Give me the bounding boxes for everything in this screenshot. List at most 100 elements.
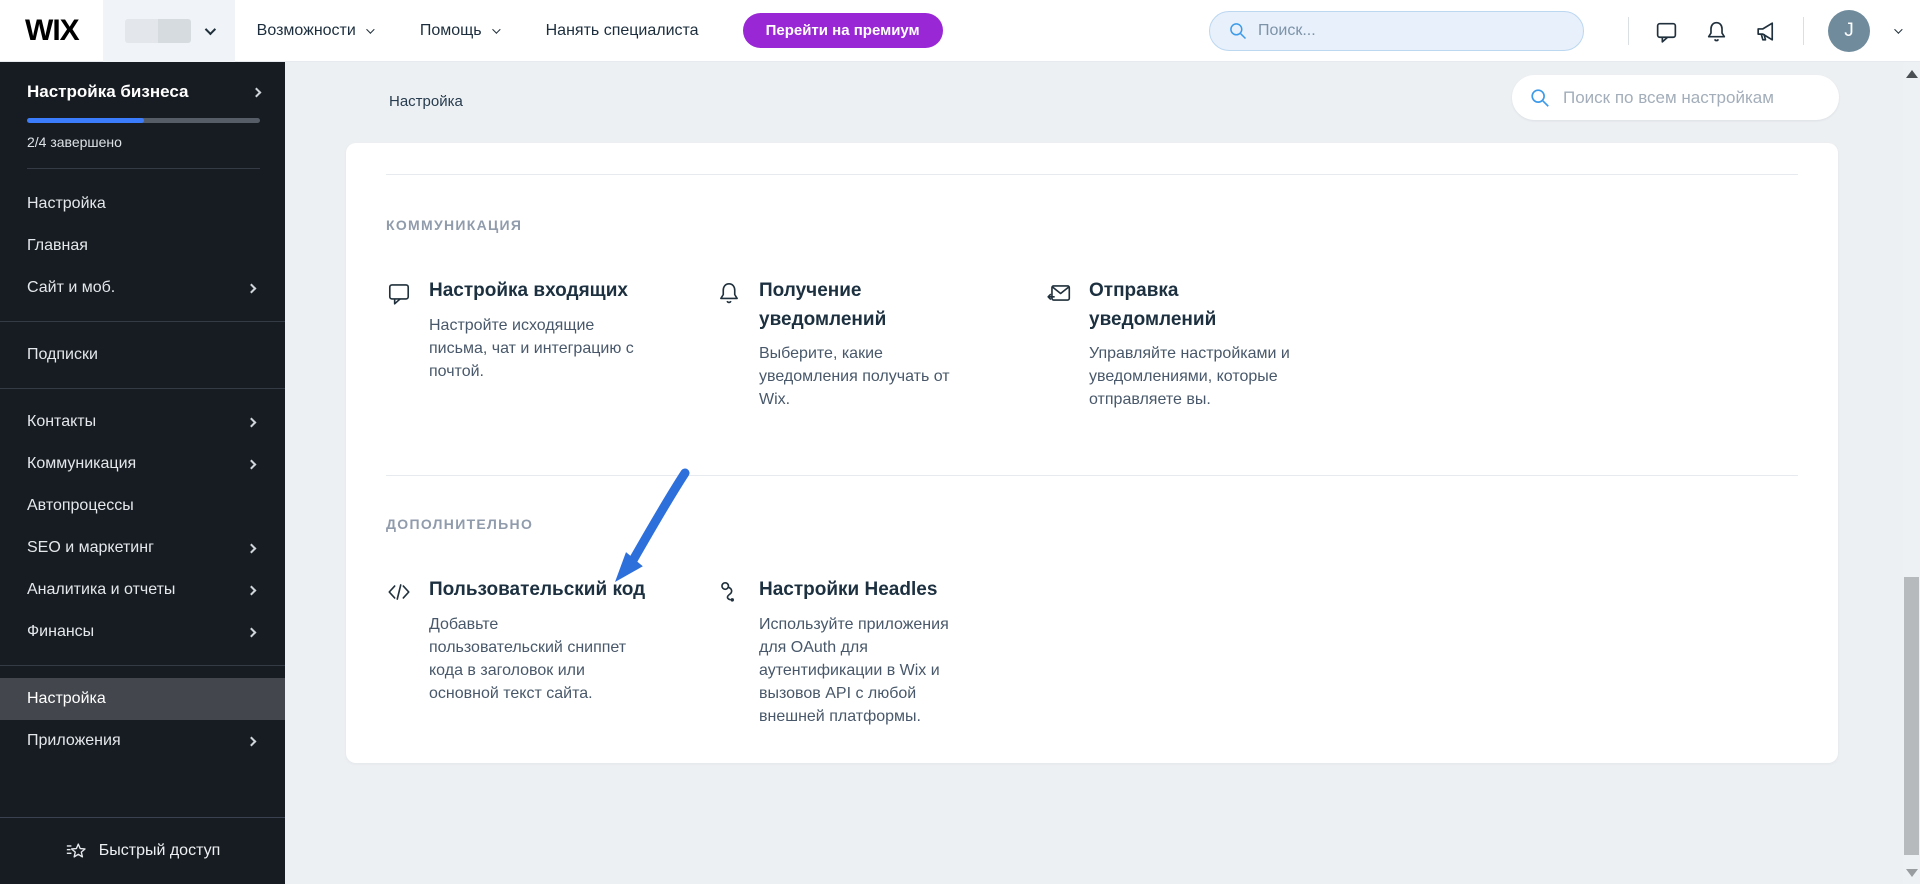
sidebar-item-seo-i-marketing[interactable]: SEO и маркетинг: [0, 527, 285, 569]
setup-progress-label: 2/4 завершено: [27, 134, 122, 150]
divider: [0, 321, 285, 322]
wix-logo[interactable]: WIX: [25, 14, 80, 48]
chevron-right-icon: [246, 585, 257, 595]
nav-hire-professional[interactable]: Нанять специалиста: [546, 22, 699, 40]
setting-item-title: Настройки Headles: [759, 579, 938, 600]
send-email-icon: [1046, 277, 1072, 437]
scroll-up-button[interactable]: [1906, 70, 1918, 78]
sidebar-item-kontakty[interactable]: Контакты: [0, 401, 285, 443]
section-label: КОММУНИКАЦИЯ: [386, 217, 523, 233]
sidebar-item-prilozheniya[interactable]: Приложения: [0, 720, 285, 762]
sidebar-item-label: Автопроцессы: [27, 497, 134, 514]
divider: [0, 388, 285, 389]
sidebar-item-label: SEO и маркетинг: [27, 539, 154, 556]
divider: [0, 665, 285, 666]
quick-access-star-icon: [66, 843, 86, 858]
headless-icon: [716, 576, 742, 728]
sidebar-item-podpiski[interactable]: Подписки: [0, 334, 285, 376]
bell-icon: [716, 277, 742, 437]
setting-item-desc: Настройте исходящие письма, чат и интегр…: [429, 316, 634, 380]
sidebar-menu: Настройка Главная Сайт и моб. Подписки К…: [0, 183, 285, 762]
notifications-bell-icon[interactable]: [1703, 18, 1729, 44]
breadcrumb[interactable]: Настройка: [389, 93, 463, 110]
settings-card: КОММУНИКАЦИЯ Настройка входящих Настройт…: [346, 143, 1838, 763]
divider: [27, 168, 260, 169]
chat-icon[interactable]: [1653, 18, 1679, 44]
sidebar-item-sayt-i-mob[interactable]: Сайт и моб.: [0, 267, 285, 309]
sidebar-item-label: Коммуникация: [27, 455, 137, 472]
chevron-right-icon: [246, 543, 257, 553]
setting-item-desc: Используйте приложения для OAuth для аут…: [759, 615, 949, 726]
setting-item-title: Отправка уведомлений: [1089, 280, 1217, 330]
sidebar-item-label: Контакты: [27, 413, 97, 430]
top-bar: WIX Возможности Помощь Нанять специалист…: [0, 0, 1920, 62]
quick-access-button[interactable]: Быстрый доступ: [0, 817, 285, 884]
global-search: [1209, 11, 1584, 51]
chevron-right-icon: [246, 283, 257, 293]
scrollbar-thumb[interactable]: [1904, 577, 1919, 855]
section-communication: КОММУНИКАЦИЯ Настройка входящих Настройт…: [386, 175, 1798, 476]
site-name-redacted: [124, 18, 191, 43]
setup-progress-fill: [27, 118, 144, 123]
setting-item-inbox[interactable]: Настройка входящих Настройте исходящие п…: [386, 277, 716, 437]
sidebar-item-kommunikatsiya[interactable]: Коммуникация: [0, 443, 285, 485]
sidebar-item-label: Сайт и моб.: [27, 279, 116, 296]
megaphone-icon[interactable]: [1753, 18, 1779, 44]
chevron-down-icon: [204, 23, 216, 35]
business-setup-header: Настройка бизнеса 2/4 завершено: [0, 62, 285, 169]
business-setup-title: Настройка бизнеса: [27, 82, 189, 101]
sidebar: Настройка бизнеса 2/4 завершено Настройк…: [0, 62, 285, 884]
scroll-down-button[interactable]: [1906, 869, 1918, 877]
setting-item-custom-code[interactable]: Пользовательский код Добавьте пользовате…: [386, 576, 716, 728]
chevron-down-icon: [491, 24, 501, 34]
nav-hire-label: Нанять специалиста: [545, 21, 699, 39]
quick-access-label: Быстрый доступ: [98, 842, 221, 859]
nav-help[interactable]: Помощь: [419, 21, 501, 40]
settings-search-input[interactable]: [1563, 87, 1823, 108]
divider: [1803, 17, 1804, 45]
code-icon: [386, 576, 412, 728]
setting-item-title: Получение уведомлений: [759, 280, 887, 330]
business-setup-toggle[interactable]: Настройка бизнеса: [27, 82, 262, 102]
upgrade-premium-button[interactable]: Перейти на премиум: [742, 13, 943, 48]
setting-item-title: Настройка входящих: [429, 280, 628, 301]
sidebar-item-analitika-i-otchety[interactable]: Аналитика и отчеты: [0, 569, 285, 611]
sidebar-item-label: Аналитика и отчеты: [27, 581, 176, 598]
chevron-right-icon: [246, 417, 257, 427]
global-search-input[interactable]: [1258, 22, 1558, 40]
section-label: ДОПОЛНИТЕЛЬНО: [386, 516, 534, 532]
chat-icon: [386, 277, 412, 437]
chevron-right-icon: [251, 87, 262, 97]
chevron-down-icon: [365, 24, 375, 34]
main-content: Настройка КОММУНИКАЦИЯ Настройка входящи…: [285, 62, 1920, 884]
setting-item-send-notifications[interactable]: Отправка уведомлений Управляйте настройк…: [1046, 277, 1376, 437]
chevron-right-icon: [246, 459, 257, 469]
setting-item-title: Пользовательский код: [429, 579, 646, 600]
sidebar-item-finansy[interactable]: Финансы: [0, 611, 285, 653]
top-nav: Возможности Помощь Нанять специалиста: [257, 22, 699, 40]
setting-item-desc: Выберите, какие уведомления получать от …: [759, 345, 950, 409]
sidebar-item-glavnaya[interactable]: Главная: [0, 225, 285, 267]
sidebar-item-nastroyka-selected[interactable]: Настройка: [0, 678, 285, 720]
setting-item-get-notifications[interactable]: Получение уведомлений Выберите, какие ув…: [716, 277, 1046, 437]
setup-progress-bar: [27, 118, 260, 123]
site-selector-dropdown[interactable]: [102, 0, 235, 62]
nav-features[interactable]: Возможности: [256, 21, 375, 40]
setting-item-desc: Добавьте пользовательский сниппет кода в…: [429, 615, 627, 703]
sidebar-item-avtoprotsessy[interactable]: Автопроцессы: [0, 485, 285, 527]
nav-features-label: Возможности: [256, 21, 356, 39]
account-chevron-down-icon[interactable]: [1894, 25, 1903, 34]
sidebar-item-label: Главная: [27, 237, 88, 254]
settings-search: [1512, 75, 1839, 120]
scrollbar: [1903, 62, 1920, 884]
sidebar-item-label: Приложения: [27, 732, 121, 749]
sidebar-item-label: Настройка: [27, 195, 106, 212]
setting-item-headless[interactable]: Настройки Headles Используйте приложения…: [716, 576, 1046, 728]
avatar[interactable]: J: [1828, 10, 1870, 52]
nav-help-label: Помощь: [419, 21, 482, 39]
chevron-right-icon: [246, 627, 257, 637]
sidebar-item-nastroyka[interactable]: Настройка: [0, 183, 285, 225]
sidebar-item-label: Настройка: [27, 690, 106, 707]
setting-item-desc: Управляйте настройками и уведомлениями, …: [1089, 345, 1290, 409]
card-top-divider: [386, 143, 1798, 175]
